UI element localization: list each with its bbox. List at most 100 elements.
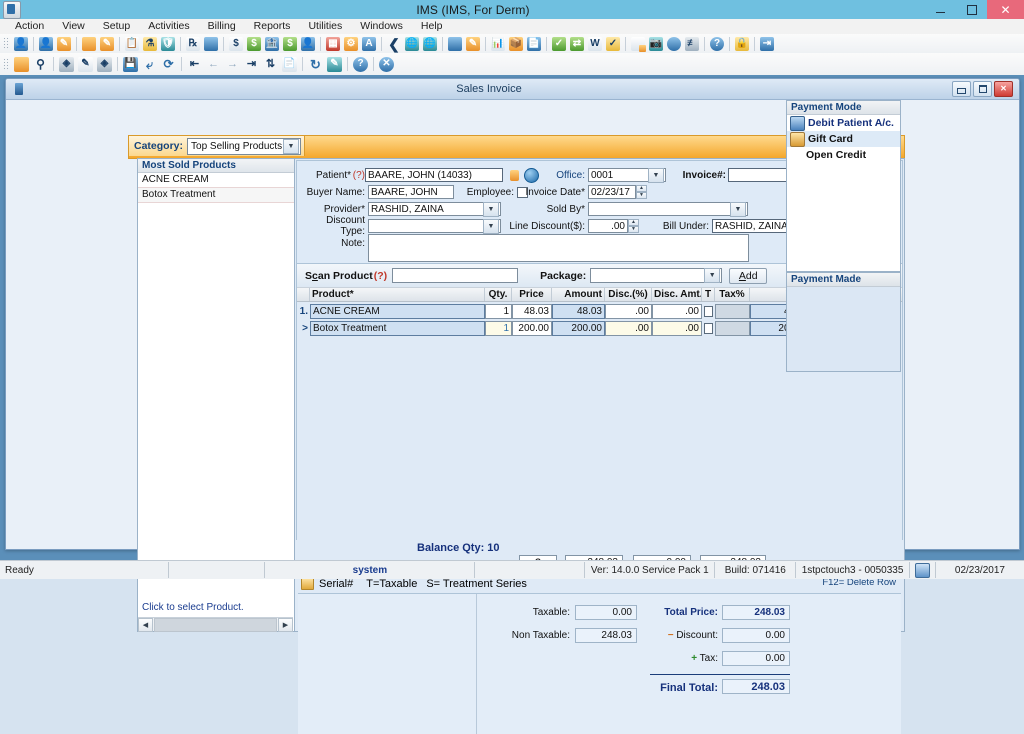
scrollbar-thumb[interactable] bbox=[154, 617, 277, 632]
discount-type-select[interactable]: ▼ bbox=[368, 218, 501, 234]
cell-taxable[interactable] bbox=[702, 321, 715, 336]
help-icon[interactable]: ? bbox=[709, 36, 725, 52]
menu-item-help[interactable]: Help bbox=[412, 19, 452, 34]
lock-icon[interactable]: 🔒 bbox=[734, 36, 750, 52]
scan-product-input[interactable] bbox=[392, 268, 519, 283]
camera-icon[interactable]: 📷 bbox=[648, 36, 664, 52]
note-field[interactable] bbox=[368, 234, 749, 262]
payment-mode-gift-card[interactable]: Gift Card bbox=[787, 131, 900, 147]
menu-item-windows[interactable]: Windows bbox=[351, 19, 412, 34]
cell-price[interactable]: 48.03 bbox=[512, 303, 552, 319]
exchange-icon[interactable]: ⇄ bbox=[569, 36, 585, 52]
invoice-date-stepper[interactable]: ▲ ▼ bbox=[636, 185, 647, 199]
package-select[interactable]: ▼ bbox=[590, 268, 723, 283]
cell-product[interactable]: Botox Treatment bbox=[310, 320, 485, 336]
line-discount-field[interactable]: .00 bbox=[588, 219, 628, 233]
list-item[interactable]: ACNE CREAM bbox=[138, 173, 295, 188]
record-next-icon[interactable]: ◈ bbox=[96, 56, 113, 73]
chevron-down-icon[interactable]: ▼ bbox=[283, 138, 300, 154]
dollar-icon[interactable]: $ bbox=[228, 36, 244, 52]
grid-col-discpct[interactable]: Disc.(%) bbox=[605, 288, 652, 301]
record-prev-icon[interactable]: ◈ bbox=[58, 56, 75, 73]
back-arrow-icon[interactable]: ❮ bbox=[386, 36, 402, 52]
provider-select[interactable]: RASHID, ZAINA ▼ bbox=[368, 201, 501, 217]
grid-col-qty[interactable]: Qty. bbox=[485, 288, 512, 301]
patient-icon[interactable]: 👤 bbox=[13, 36, 29, 52]
cell-price[interactable]: 200.00 bbox=[512, 320, 552, 336]
next-icon[interactable]: → bbox=[224, 56, 241, 73]
cell-disc-pct[interactable]: .00 bbox=[605, 303, 652, 319]
patient-add-icon[interactable]: 👤 bbox=[38, 36, 54, 52]
grid-col-discamt[interactable]: Disc. Amt. bbox=[652, 288, 702, 301]
chevron-down-icon[interactable]: ▼ bbox=[730, 201, 746, 217]
status-tray[interactable] bbox=[910, 562, 936, 578]
grid-col-price[interactable]: Price bbox=[512, 288, 552, 301]
grid-col-taxpct[interactable]: Tax% bbox=[715, 288, 750, 301]
payment-mode-debit-patient[interactable]: Debit Patient A/c. bbox=[787, 115, 900, 131]
chevron-left-icon[interactable]: ◀ bbox=[138, 617, 153, 632]
menu-item-view[interactable]: View bbox=[53, 19, 94, 34]
account-icon[interactable]: 👤 bbox=[300, 36, 316, 52]
payment-icon[interactable]: $ bbox=[282, 36, 298, 52]
menu-item-action[interactable]: Action bbox=[6, 19, 53, 34]
find-icon[interactable]: ⚲ bbox=[32, 56, 49, 73]
category-select[interactable]: Top Selling Products ▼ bbox=[187, 137, 302, 155]
inbox-icon[interactable]: 📦 bbox=[508, 36, 524, 52]
cell-product[interactable]: ACNE CREAM bbox=[310, 303, 485, 319]
exit-icon[interactable]: ⇥ bbox=[759, 36, 775, 52]
line-discount-stepper[interactable]: ▲ ▼ bbox=[628, 219, 639, 233]
add-button[interactable]: Add bbox=[729, 267, 768, 284]
first-icon[interactable]: ⇤ bbox=[186, 56, 203, 73]
prev-icon[interactable]: ← bbox=[205, 56, 222, 73]
cell-tax-pct[interactable] bbox=[715, 303, 750, 319]
network-icon[interactable] bbox=[914, 562, 930, 578]
grid-col-product[interactable]: Product* bbox=[310, 288, 485, 301]
menu-item-utilities[interactable]: Utilities bbox=[299, 19, 351, 34]
open-icon[interactable] bbox=[13, 56, 30, 73]
serial-link[interactable]: Serial# bbox=[319, 578, 353, 590]
refresh-delete-icon[interactable]: ⟳ bbox=[160, 56, 177, 73]
cell-disc-pct[interactable]: .00 bbox=[605, 320, 652, 336]
appointment-icon[interactable]: A bbox=[361, 36, 377, 52]
buyer-name-field[interactable]: BAARE, JOHN bbox=[368, 185, 454, 199]
task-icon[interactable]: ✓ bbox=[551, 36, 567, 52]
window-edit-icon[interactable]: ✎ bbox=[465, 36, 481, 52]
print-preview-icon[interactable]: 📄 bbox=[281, 56, 298, 73]
maximize-button[interactable] bbox=[956, 0, 987, 19]
cell-amount[interactable]: 200.00 bbox=[552, 320, 605, 336]
cell-amount[interactable]: 48.03 bbox=[552, 303, 605, 319]
circle-icon[interactable] bbox=[666, 36, 682, 52]
patient-edit-icon[interactable]: ✎ bbox=[56, 36, 72, 52]
last-icon[interactable]: ⇥ bbox=[243, 56, 260, 73]
menu-item-activities[interactable]: Activities bbox=[139, 19, 198, 34]
save-icon[interactable]: 💾 bbox=[122, 56, 139, 73]
cell-disc-amt[interactable]: .00 bbox=[652, 303, 702, 319]
cell-qty[interactable]: 1 bbox=[485, 320, 512, 336]
bank-icon[interactable]: 🏦 bbox=[264, 36, 280, 52]
sort-icon[interactable]: ⇅ bbox=[262, 56, 279, 73]
chevron-right-icon[interactable]: ▶ bbox=[278, 617, 293, 632]
chevron-down-icon[interactable]: ▼ bbox=[483, 201, 499, 217]
document-stack-icon[interactable] bbox=[203, 36, 219, 52]
toolbar-grip[interactable] bbox=[3, 37, 10, 50]
minimize-button[interactable] bbox=[925, 0, 956, 19]
menu-item-billing[interactable]: Billing bbox=[199, 19, 245, 34]
patient-lookup-icon[interactable] bbox=[508, 169, 521, 182]
invoice-date-field[interactable]: 02/23/17 bbox=[588, 185, 636, 199]
globe-alt-icon[interactable]: 🌐 bbox=[422, 36, 438, 52]
sold-by-select[interactable]: ▼ bbox=[588, 201, 748, 217]
cell-tax-pct[interactable] bbox=[715, 320, 750, 336]
payment-mode-open-credit[interactable]: Open Credit bbox=[787, 147, 900, 163]
globe-icon[interactable]: 🌐 bbox=[404, 36, 420, 52]
close-button[interactable]: ✕ bbox=[987, 0, 1024, 19]
menu-item-reports[interactable]: Reports bbox=[245, 19, 300, 34]
chevron-down-icon[interactable]: ▼ bbox=[704, 268, 721, 283]
money-bag-icon[interactable]: $ bbox=[246, 36, 262, 52]
help-icon[interactable]: ? bbox=[352, 56, 369, 73]
undo-icon[interactable]: ⤶ bbox=[141, 56, 158, 73]
workflow-icon[interactable]: ⚙ bbox=[343, 36, 359, 52]
mdi-minimize-button[interactable] bbox=[952, 81, 971, 97]
close-icon[interactable]: ✕ bbox=[378, 56, 395, 73]
word-icon[interactable]: W bbox=[587, 36, 603, 52]
taxable-checkbox[interactable] bbox=[704, 305, 713, 317]
